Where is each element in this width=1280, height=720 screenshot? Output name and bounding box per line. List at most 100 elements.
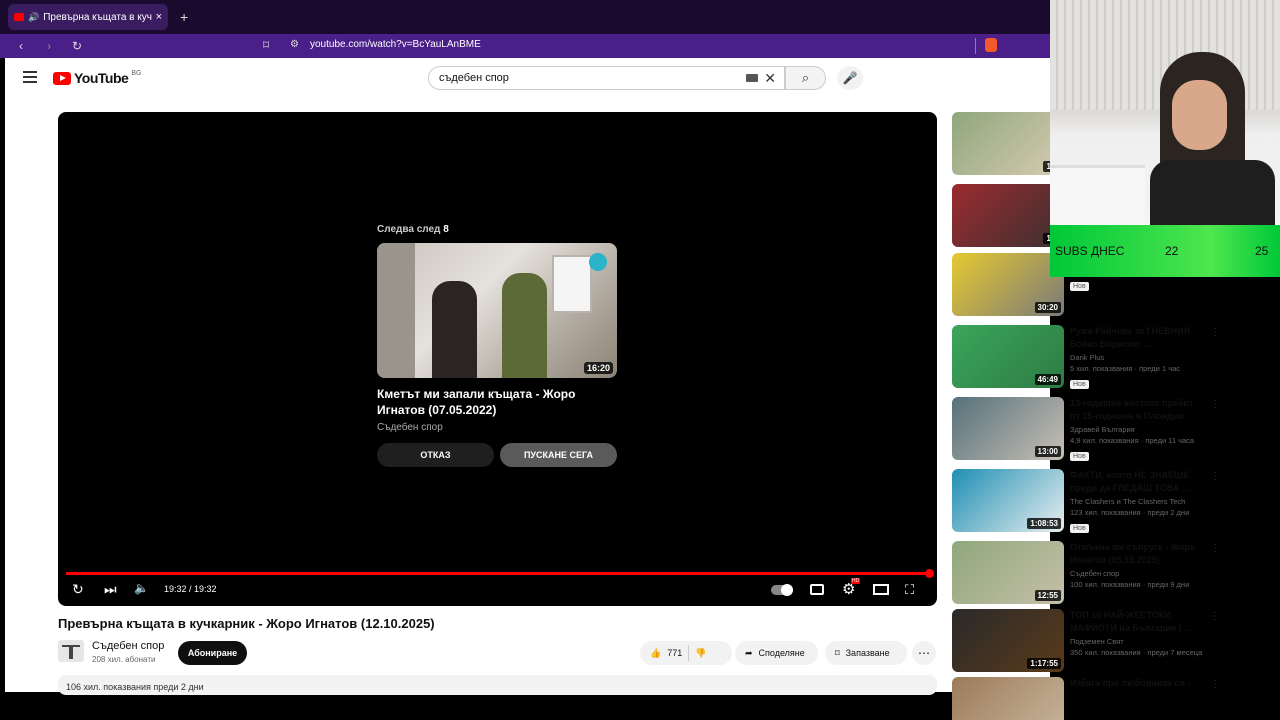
up-next-title[interactable]: Кметът ми запали къщата - Жоро Игнатов (… — [377, 386, 617, 418]
up-next-text: Следва след — [377, 224, 441, 235]
recommendation-thumbnail[interactable] — [952, 677, 1064, 720]
recommendation-thumbnail[interactable]: 1:08:53 — [952, 469, 1064, 532]
volume-icon[interactable]: 🔈 — [134, 581, 149, 595]
video-player[interactable]: Следва след 8 16:20 Кметът ми запали къщ… — [58, 112, 937, 606]
recommendation-info: Избяга при любовника си - — [1070, 677, 1205, 692]
recommendation-item[interactable]: 13:00 13-годишен жестоко пребит от 15-год… — [952, 397, 1227, 461]
search-query: съдебен спор — [439, 72, 509, 84]
recommendation-info: 13-годишен жестоко пребит от 15-годишен … — [1070, 397, 1205, 463]
more-options-icon[interactable]: ⋮ — [1210, 543, 1220, 554]
more-options-icon[interactable]: ⋮ — [1210, 327, 1220, 338]
autoplay-toggle[interactable] — [771, 584, 793, 596]
scrubber-handle[interactable] — [925, 569, 934, 578]
replay-icon[interactable]: ↻ — [72, 581, 84, 598]
like-count[interactable]: 771 — [667, 648, 682, 658]
subs-today-banner: SUBS ДНЕС 22 25 — [1050, 225, 1280, 277]
new-tab-button[interactable]: + — [180, 9, 188, 25]
recommendation-item[interactable]: 46:49 Ружа Райчева за ГНЕВНИЯ Бойко Борис… — [952, 325, 1227, 389]
next-video-icon[interactable]: ⏭ — [104, 581, 117, 598]
search-button[interactable]: ⌕ — [785, 66, 826, 90]
channel-avatar[interactable] — [58, 640, 84, 662]
hamburger-menu-icon[interactable] — [23, 71, 37, 86]
youtube-favicon-icon — [14, 13, 24, 21]
new-badge: Нов — [1070, 380, 1089, 389]
recommendation-meta: 123 хил. показвания · преди 2 дни — [1070, 508, 1190, 517]
description-meta: 106 хил. показвания преди 2 дни — [66, 682, 204, 692]
play-now-button[interactable]: ПУСКАНЕ СЕГА — [500, 443, 617, 467]
share-button[interactable]: ➦ Споделяне — [735, 641, 818, 665]
browser-tabbar: 🔊 Превърна къщата в кучкар × + — [0, 0, 1050, 34]
recommendation-thumbnail[interactable]: 30:20 — [952, 253, 1064, 316]
recommendation-duration: 46:49 — [1034, 374, 1061, 385]
save-label: Запазване — [845, 648, 890, 658]
theater-mode-icon[interactable] — [873, 584, 889, 595]
up-next-thumbnail[interactable]: 16:20 — [377, 243, 617, 378]
channel-name[interactable]: Съдебен спор — [92, 640, 164, 652]
dislike-icon[interactable]: 👎 — [695, 648, 706, 659]
recommendation-meta: 350 хил. показвания · преди 7 месеца — [1070, 648, 1203, 657]
recommendation-channel[interactable]: Здравей България — [1070, 425, 1205, 434]
keyboard-icon[interactable] — [746, 74, 758, 82]
recommendation-thumbnail[interactable]: 46:49 — [952, 325, 1064, 388]
recommendation-title[interactable]: Избяга при любовника си - — [1070, 677, 1205, 690]
recommendation-thumbnail[interactable]: 13:00 — [952, 397, 1064, 460]
recommendation-info: Отмъкна ми съпруга - Жоро Игнатов (05.10… — [1070, 541, 1205, 589]
bookmark-icon[interactable]: ⌑ — [263, 38, 269, 52]
more-options-icon[interactable]: ⋮ — [1210, 679, 1220, 690]
recommendation-duration: 1:17:55 — [1027, 658, 1061, 669]
clear-search-icon[interactable]: ✕ — [764, 70, 776, 87]
save-button[interactable]: ⌑ Запазване — [825, 641, 907, 665]
browser-addressbar: ‹ › ↻ ⌑ ⚙ youtube.com/watch?v=BcYauLAnBM… — [0, 34, 1050, 58]
progress-bar[interactable] — [66, 569, 934, 578]
recommendation-meta: 100 хил. показвания · преди 9 дни — [1070, 580, 1190, 589]
recommendation-thumbnail[interactable]: 13: — [952, 184, 1064, 247]
brave-shield-icon[interactable] — [985, 38, 997, 52]
settings-gear-icon[interactable]: ⚙ HD — [842, 578, 861, 598]
recommendation-thumbnail[interactable]: 12:55 — [952, 541, 1064, 604]
close-tab-icon[interactable]: × — [156, 11, 162, 23]
cancel-autoplay-button[interactable]: ОТКАЗ — [377, 443, 494, 467]
url-field[interactable]: youtube.com/watch?v=BcYauLAnBME — [310, 39, 481, 50]
like-icon[interactable]: 👍 — [650, 648, 661, 659]
recommendation-item[interactable]: 1:08:53 ФАКТИ, които НЕ ЗНАЕШЕ преди да Г… — [952, 469, 1227, 533]
recommendation-channel[interactable]: Darik Plus — [1070, 353, 1205, 362]
subs-value-current: 22 — [1165, 244, 1179, 258]
back-icon[interactable]: ‹ — [14, 39, 28, 53]
recommendation-channel[interactable]: Съдебен спор — [1070, 569, 1205, 578]
description-box[interactable]: 106 хил. показвания преди 2 дни — [58, 675, 937, 695]
subtitles-icon[interactable] — [810, 584, 824, 595]
forward-icon[interactable]: › — [42, 39, 56, 53]
more-options-icon[interactable]: ⋮ — [1210, 611, 1220, 622]
recommendation-item[interactable]: 12:55 Отмъкна ми съпруга - Жоро Игнатов (… — [952, 541, 1227, 605]
more-options-icon[interactable]: ⋮ — [1210, 471, 1220, 482]
up-next-card: Следва след 8 16:20 Кметът ми запали къщ… — [377, 224, 617, 467]
recommendation-channel[interactable]: Подземен Свят — [1070, 637, 1205, 646]
player-controls: ↻ ⏭ 🔈 19:32 / 19:32 ⚙ HD ⛶ — [58, 578, 937, 602]
webcam-face — [1172, 80, 1227, 150]
recommendation-title[interactable]: ТОП 10 НАЙ-ЖЕСТОКИ МАФИОТИ на България |… — [1070, 609, 1205, 635]
recommendation-info: ТОП 10 НАЙ-ЖЕСТОКИ МАФИОТИ на България |… — [1070, 609, 1205, 657]
reload-icon[interactable]: ↻ — [70, 39, 84, 53]
fullscreen-icon[interactable]: ⛶ — [905, 582, 914, 598]
recommendation-title[interactable]: Ружа Райчева за ГНЕВНИЯ Бойко Борисов: .… — [1070, 325, 1205, 351]
recommendation-title[interactable]: ФАКТИ, които НЕ ЗНАЕШЕ преди да ГЛЕДАШ Т… — [1070, 469, 1205, 495]
recommendation-title[interactable]: Отмъкна ми съпруга - Жоро Игнатов (05.10… — [1070, 541, 1205, 567]
site-settings-icon[interactable]: ⚙ — [290, 39, 299, 50]
search-icon: ⌕ — [801, 70, 810, 85]
recommendation-channel[interactable]: The Clashers и The Clashers Tech — [1070, 497, 1205, 506]
recommendation-item[interactable]: Избяга при любовника си - ⋮ — [952, 677, 1227, 720]
new-badge: Нов — [1070, 452, 1089, 461]
subscribe-button[interactable]: Абониране — [178, 641, 247, 665]
youtube-logo[interactable]: YouTube BG — [53, 70, 141, 86]
more-actions-button[interactable]: ⋯ — [912, 641, 936, 665]
recommendation-item[interactable]: 1:17:55 ТОП 10 НАЙ-ЖЕСТОКИ МАФИОТИ на Бъл… — [952, 609, 1227, 673]
subs-label: SUBS ДНЕС — [1055, 244, 1125, 258]
voice-search-icon[interactable]: 🎤 — [837, 66, 863, 90]
recommendation-thumbnail[interactable]: 18: — [952, 112, 1064, 175]
more-icon: ⋯ — [918, 646, 930, 660]
search-input[interactable]: съдебен спор ✕ — [428, 66, 785, 90]
recommendation-thumbnail[interactable]: 1:17:55 — [952, 609, 1064, 672]
browser-tab[interactable]: 🔊 Превърна къщата в кучкар × — [8, 4, 168, 30]
more-options-icon[interactable]: ⋮ — [1210, 399, 1220, 410]
recommendation-title[interactable]: 13-годишен жестоко пребит от 15-годишен … — [1070, 397, 1205, 423]
